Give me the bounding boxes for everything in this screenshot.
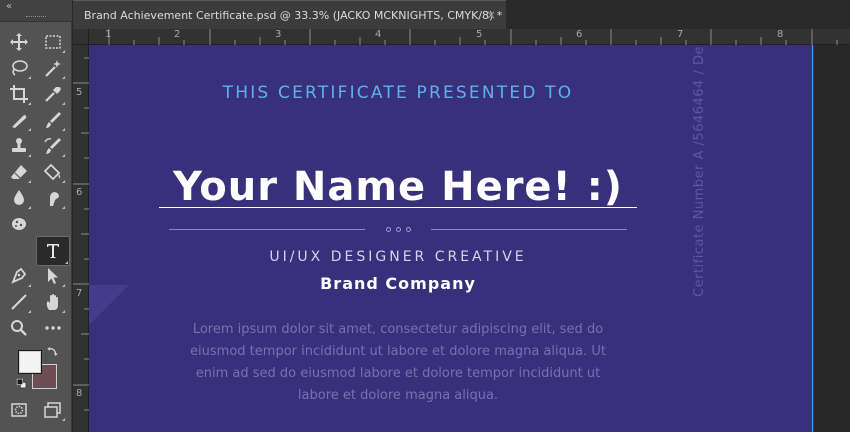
smudge-icon bbox=[50, 192, 59, 206]
close-tab-icon[interactable]: × bbox=[486, 8, 496, 22]
history-brush-tool[interactable] bbox=[40, 134, 66, 158]
lasso-icon bbox=[12, 60, 28, 76]
certificate-artboard[interactable]: THIS CERTIFICATE PRESENTED TO Your Name … bbox=[89, 45, 814, 432]
magic-wand-tool[interactable] bbox=[40, 56, 66, 80]
document-tab[interactable]: Brand Achievement Certificate.psd @ 33.3… bbox=[73, 0, 506, 29]
more-tools[interactable] bbox=[40, 316, 66, 340]
divider-line-left bbox=[169, 229, 365, 230]
crop-icon bbox=[10, 85, 28, 103]
vertical-ruler[interactable]: 5 6 7 8 bbox=[73, 29, 89, 432]
sponge-icon bbox=[12, 218, 26, 230]
eyedropper-icon bbox=[45, 87, 61, 102]
pen-icon bbox=[11, 267, 27, 284]
line-tool[interactable] bbox=[6, 290, 32, 314]
default-colors-button[interactable] bbox=[14, 376, 28, 390]
divider-line-right bbox=[431, 229, 627, 230]
body-paragraph[interactable]: Lorem ipsum dolor sit amet, consectetur … bbox=[174, 319, 622, 407]
zoom-tool[interactable] bbox=[6, 316, 32, 340]
ruler-label: 5 bbox=[76, 87, 83, 98]
swap-arrow-icon bbox=[46, 346, 58, 356]
eraser-tool[interactable] bbox=[6, 160, 32, 184]
ornament-dot bbox=[395, 226, 401, 232]
screen-mode-icon bbox=[44, 402, 61, 418]
lasso-tool[interactable] bbox=[6, 56, 32, 80]
name-underline bbox=[159, 207, 637, 208]
eraser-icon bbox=[11, 165, 27, 180]
screen-mode-button[interactable] bbox=[40, 398, 66, 422]
quick-mask-icon bbox=[11, 403, 27, 417]
stamp-icon bbox=[12, 138, 26, 152]
document-tab-bar: Brand Achievement Certificate.psd @ 33.3… bbox=[73, 0, 850, 29]
marquee-tool[interactable] bbox=[40, 30, 66, 54]
ruler-label: 3 bbox=[275, 29, 282, 40]
ornament-dot bbox=[405, 226, 411, 232]
ruler-label: 6 bbox=[76, 187, 83, 198]
brush-icon bbox=[46, 112, 61, 128]
move-icon bbox=[10, 33, 28, 51]
bandage-icon bbox=[12, 115, 27, 128]
pen-tool[interactable] bbox=[6, 264, 32, 288]
tools-panel-header: « bbox=[0, 0, 72, 22]
quick-mask-button[interactable] bbox=[6, 398, 32, 422]
body-line: labore et dolore magna aliqua. bbox=[297, 388, 499, 403]
paint-bucket-tool[interactable] bbox=[40, 160, 66, 184]
corner-triangle-decoration bbox=[89, 285, 129, 325]
collapse-panel-icon[interactable]: « bbox=[6, 1, 12, 12]
body-line: eiusmod tempor incididunt ut labore et d… bbox=[190, 344, 606, 359]
crop-tool[interactable] bbox=[6, 82, 32, 106]
panel-grip[interactable] bbox=[26, 16, 46, 18]
ornament-dot bbox=[385, 226, 391, 232]
magic-wand-icon bbox=[45, 60, 61, 77]
clone-stamp-tool[interactable] bbox=[6, 134, 32, 158]
ruler-label: 8 bbox=[777, 29, 784, 40]
healing-brush-tool[interactable] bbox=[6, 108, 32, 132]
canvas[interactable]: THIS CERTIFICATE PRESENTED TO Your Name … bbox=[89, 45, 850, 432]
company-text[interactable]: Brand Company bbox=[239, 274, 557, 293]
ruler-label: 4 bbox=[375, 29, 382, 40]
horizontal-ruler-ticks bbox=[108, 29, 838, 45]
ruler-label: 6 bbox=[576, 29, 583, 40]
foreground-color-swatch[interactable] bbox=[18, 350, 42, 374]
rect-marquee-icon bbox=[45, 35, 61, 49]
hand-icon bbox=[46, 294, 58, 310]
ruler-label: 7 bbox=[76, 288, 83, 299]
line-icon bbox=[11, 294, 27, 310]
path-selection-tool[interactable] bbox=[40, 264, 66, 288]
smudge-tool[interactable] bbox=[40, 186, 66, 210]
move-tool[interactable] bbox=[6, 30, 32, 54]
brush-tool[interactable] bbox=[40, 108, 66, 132]
eyedropper-tool[interactable] bbox=[40, 82, 66, 106]
zoom-icon bbox=[11, 320, 27, 336]
certificate-number-text[interactable]: Certificate Number A /5646464 / De bbox=[692, 45, 710, 297]
swap-colors-button[interactable] bbox=[44, 343, 60, 359]
type-icon bbox=[47, 244, 59, 258]
presented-to-heading[interactable]: THIS CERTIFICATE PRESENTED TO bbox=[203, 83, 593, 103]
role-text[interactable]: UI/UX DESIGNER CREATIVE bbox=[239, 249, 557, 265]
ruler-label: 8 bbox=[76, 388, 83, 399]
default-colors-icon bbox=[16, 378, 26, 388]
ruler-label: 2 bbox=[174, 29, 181, 40]
guide-line[interactable] bbox=[812, 45, 813, 432]
hand-tool[interactable] bbox=[40, 290, 66, 314]
ruler-label: 5 bbox=[476, 29, 483, 40]
ellipsis-icon bbox=[45, 326, 61, 330]
type-tool[interactable] bbox=[36, 236, 70, 266]
body-line: enim ad sed do eiusmod labore et dolore … bbox=[195, 366, 601, 381]
bucket-icon bbox=[43, 163, 61, 181]
recipient-name-text[interactable]: Your Name Here! :) bbox=[159, 164, 637, 210]
ruler-label: 7 bbox=[677, 29, 684, 40]
ruler-origin[interactable] bbox=[73, 29, 89, 45]
arrow-icon bbox=[48, 268, 58, 284]
blur-tool[interactable] bbox=[6, 186, 32, 210]
horizontal-ruler[interactable]: 1 2 3 4 5 6 7 8 bbox=[88, 29, 850, 45]
drop-icon bbox=[14, 190, 24, 205]
body-line: Lorem ipsum dolor sit amet, consectetur … bbox=[192, 322, 604, 337]
ruler-label: 1 bbox=[105, 29, 112, 40]
document-tab-title[interactable]: Brand Achievement Certificate.psd @ 33.3… bbox=[84, 9, 502, 22]
divider-ornament bbox=[370, 223, 426, 235]
tools-panel: « bbox=[0, 0, 72, 432]
sponge-tool[interactable] bbox=[6, 212, 32, 236]
history-brush-icon bbox=[44, 138, 61, 154]
